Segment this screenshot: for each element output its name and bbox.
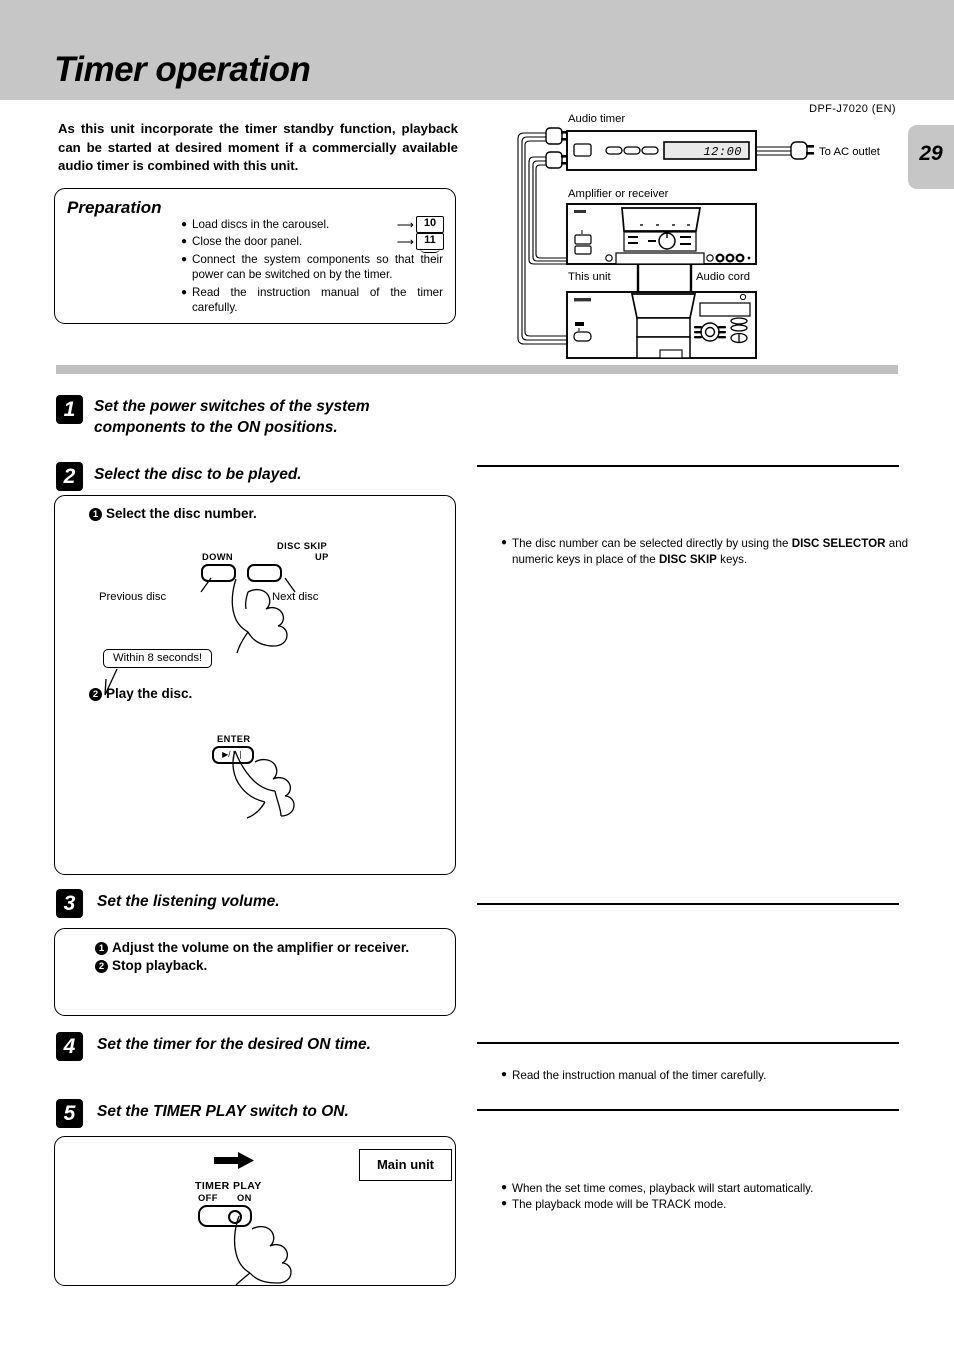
step-number-5: 5: [56, 1099, 83, 1128]
arrow-right-icon: [214, 1152, 254, 1169]
note-bold-disc-selector: DISC SELECTOR: [791, 537, 886, 550]
bookmark-icon: 11: [416, 233, 444, 254]
step5-panel: Main unit TIMER PLAY OFF ON: [54, 1136, 456, 1286]
note-text: The playback mode will be TRACK mode.: [512, 1198, 727, 1211]
list-item: ● Connect the system components so that …: [181, 252, 443, 283]
note-text-prefix: The disc number can be selected directly…: [512, 537, 792, 550]
previous-disc-label: Previous disc: [99, 591, 167, 603]
step3-substep-2: 2 Stop playback.: [95, 956, 207, 976]
arrow-right-icon: ⟶: [396, 217, 414, 232]
section-divider: [56, 365, 898, 374]
preparation-item-text: Connect the system components so that th…: [192, 252, 443, 282]
amplifier-unit: [566, 203, 757, 265]
note-text-suffix: keys.: [716, 553, 748, 567]
preparation-list: ● Load discs in the carousel. ⟶ 10 ● Clo…: [181, 216, 444, 316]
cd-player-unit: [566, 291, 757, 359]
preparation-item-text: Read the instruction manual of the timer…: [192, 285, 443, 315]
step5-note-2: ● The playback mode will be TRACK mode.: [501, 1197, 922, 1213]
ac-plug-icon: [790, 141, 814, 160]
page-reference: ⟶ 10: [396, 216, 444, 236]
on-label: ON: [237, 1193, 252, 1203]
page-title: Timer operation: [54, 50, 311, 89]
step-number-1: 1: [56, 395, 83, 424]
arrow-right-icon: ⟶: [396, 234, 414, 249]
bullet-icon: ●: [501, 537, 508, 548]
step3-panel: 1 Adjust the volume on the amplifier or r…: [54, 928, 456, 1016]
preparation-item-text: Load discs in the carousel.: [192, 218, 330, 231]
substep-badge: 2: [95, 960, 108, 973]
step5-note-1: ● When the set time comes, playback will …: [501, 1181, 922, 1197]
preparation-title: Preparation: [67, 198, 162, 217]
label-ac-outlet: To AC outlet: [819, 146, 881, 158]
step-number-4: 4: [56, 1032, 83, 1061]
label-amplifier: Amplifier or receiver: [568, 188, 669, 200]
bullet-icon: ●: [501, 1182, 508, 1193]
preparation-item-text: Close the door panel.: [192, 235, 303, 249]
step-title-1: Set the power switches of the system com…: [94, 398, 370, 437]
off-label: OFF: [198, 1193, 218, 1203]
substep-badge: 1: [89, 508, 102, 521]
step2-note: ● The disc number can be selected directl…: [501, 536, 922, 569]
bullet-icon: ●: [181, 286, 188, 298]
page-number: 29: [919, 142, 943, 165]
bullet-icon: ●: [501, 1069, 508, 1080]
bullet-icon: ●: [181, 236, 188, 248]
main-unit-badge: Main unit: [359, 1149, 452, 1181]
bullet-icon: ●: [501, 1198, 508, 1209]
step-title-2: Select the disc to be played.: [94, 466, 302, 483]
substep-1-text: Adjust the volume on the amplifier or re…: [112, 940, 410, 955]
step-title-5: Set the TIMER PLAY switch to ON.: [97, 1103, 349, 1120]
pointing-hand-enter: [232, 750, 295, 819]
bullet-icon: ●: [181, 253, 188, 265]
step-title-4: Set the timer for the desired ON time.: [97, 1036, 371, 1053]
timing-callout: Within 8 seconds!: [103, 649, 213, 668]
step2-panel: 1 Select the disc number. DISC SKIP DOWN …: [54, 495, 456, 875]
page-reference: ⟶ 11: [396, 233, 444, 254]
step4-note: ● Read the instruction manual of the time…: [501, 1068, 922, 1084]
divider-rule: [477, 903, 899, 905]
divider-rule: [477, 1042, 899, 1044]
audio-timer-unit: 12:00: [566, 130, 757, 171]
label-audio-timer: Audio timer: [568, 113, 625, 125]
intro-paragraph: As this unit incorporate the timer stand…: [58, 121, 458, 174]
divider-rule: [477, 1109, 899, 1111]
pointing-hand-timer-switch: [233, 1215, 292, 1285]
step2-substep-2: 2 Play the disc.: [89, 686, 192, 701]
wiring-diagram-svg: Audio timer 12:00 To AC outlet Amplifier…: [517, 113, 881, 359]
timer-play-label: TIMER PLAY: [195, 1180, 262, 1192]
substep-2-text: Stop playback.: [112, 958, 208, 973]
list-item: ● Load discs in the carousel. ⟶ 10: [181, 216, 444, 236]
bullet-icon: ●: [181, 219, 188, 230]
step-title-3: Set the listening volume.: [97, 893, 280, 910]
bookmark-icon: 10: [416, 216, 444, 236]
substep-badge: 2: [89, 688, 102, 701]
step2-substep-1: 1 Select the disc number.: [89, 506, 257, 521]
wiring-diagram: Audio timer 12:00 To AC outlet Amplifier…: [510, 100, 910, 370]
page-number-tab: 29: [908, 125, 954, 189]
disc-skip-label: DISC SKIP: [277, 541, 328, 551]
step-number-2: 2: [56, 462, 83, 491]
note-text: Read the instruction manual of the timer…: [512, 1069, 767, 1082]
note-bold-disc-skip: DISC SKIP: [658, 553, 717, 567]
list-item: ● Close the door panel. ⟶ 11: [181, 233, 444, 254]
preparation-box: Preparation ● Load discs in the carousel…: [54, 188, 456, 324]
next-disc-label: Next disc: [272, 591, 319, 603]
substep-badge: 1: [95, 942, 108, 955]
substep-1-text: Select the disc number.: [106, 506, 257, 521]
label-this-unit: This unit: [568, 271, 612, 283]
substep-2-text: Play the disc.: [106, 686, 193, 701]
label-audio-cord: Audio cord: [696, 271, 750, 283]
divider-rule: [477, 465, 899, 467]
step3-substep-1: 1 Adjust the volume on the amplifier or r…: [95, 938, 409, 958]
step-number-3: 3: [56, 889, 83, 918]
timer-display-value: 12:00: [703, 145, 742, 159]
list-item: ● Read the instruction manual of the tim…: [181, 285, 443, 316]
note-text: When the set time comes, playback will s…: [512, 1182, 814, 1195]
